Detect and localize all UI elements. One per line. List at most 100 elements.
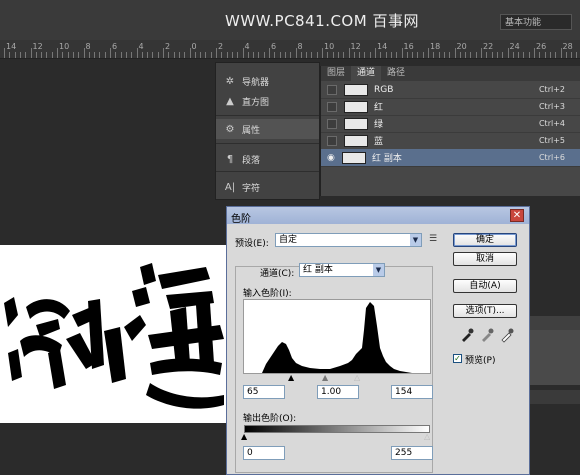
ruler-label: 26 xyxy=(536,42,547,51)
ruler-tick xyxy=(380,52,382,58)
dock-item-histogram[interactable]: ▲ 直方图 xyxy=(216,91,319,111)
channel-name: 绿 xyxy=(374,120,384,130)
cancel-button[interactable]: 取消 xyxy=(453,252,517,266)
white-point-slider[interactable]: △ xyxy=(354,373,360,382)
output-white-slider[interactable]: △ xyxy=(424,432,430,441)
ruler-label: 10 xyxy=(324,42,335,51)
white-eyedropper-icon[interactable] xyxy=(499,327,515,343)
black-eyedropper-icon[interactable] xyxy=(459,327,475,343)
channel-row-red[interactable]: 红 Ctrl+3 xyxy=(321,98,580,116)
ruler-tick xyxy=(226,52,228,58)
ruler-label: 18 xyxy=(430,42,441,51)
visibility-toggle[interactable] xyxy=(327,101,337,112)
ruler-tick xyxy=(136,48,138,58)
histogram xyxy=(243,299,431,374)
dialog-title: 色阶 xyxy=(231,214,251,225)
ruler-tick xyxy=(173,52,175,58)
workspace-select[interactable]: 基本功能 xyxy=(500,14,572,30)
ruler-tick xyxy=(210,52,212,58)
channel-row-blue[interactable]: 蓝 Ctrl+5 xyxy=(321,132,580,150)
dock-item-paragraph[interactable]: ¶ 段落 xyxy=(216,149,319,169)
ruler-tick xyxy=(88,52,90,58)
ruler-label: 6 xyxy=(112,42,118,51)
dock-item-properties[interactable]: ⚙ 属性 xyxy=(216,119,319,139)
dock-item-navigator[interactable]: ✲ 导航器 xyxy=(216,71,319,91)
channel-name: RGB xyxy=(374,84,394,95)
preset-label: 预设(E): xyxy=(235,239,269,249)
eye-icon[interactable]: ◉ xyxy=(327,153,335,162)
ruler-tick xyxy=(99,52,101,58)
ruler-tick xyxy=(534,48,535,58)
ruler-label: 20 xyxy=(456,42,467,51)
channel-select[interactable]: 红 副本 ▼ xyxy=(299,263,385,277)
document-canvas[interactable] xyxy=(0,245,226,423)
ruler-tick xyxy=(194,52,196,58)
options-button[interactable]: 选项(T)... xyxy=(453,304,517,318)
watermark: WWW.PC841.COM 百事网 xyxy=(225,12,419,30)
preset-select[interactable]: 自定 ▼ xyxy=(275,233,422,247)
tab-layers[interactable]: 图层 xyxy=(321,66,351,81)
tab-channels[interactable]: 通道 xyxy=(351,66,382,81)
visibility-toggle[interactable] xyxy=(327,118,337,129)
ok-button[interactable]: 确定 xyxy=(453,233,517,247)
ruler-tick xyxy=(19,52,21,58)
dock-separator xyxy=(216,171,319,172)
dock-item-character[interactable]: A| 字符 xyxy=(216,177,319,197)
channel-row-green[interactable]: 绿 Ctrl+4 xyxy=(321,115,580,133)
channel-shortcut: Ctrl+6 xyxy=(538,153,565,162)
black-point-slider[interactable]: ▲ xyxy=(288,373,294,382)
ruler-label: 12 xyxy=(350,42,361,51)
ruler-label: 2 xyxy=(218,42,224,51)
ruler-tick xyxy=(258,52,260,58)
output-white-field[interactable]: 255 xyxy=(391,446,433,460)
close-button[interactable]: ✕ xyxy=(510,209,524,222)
ruler-tick xyxy=(131,52,133,58)
ruler-tick xyxy=(184,52,186,58)
ruler-label: 4 xyxy=(244,42,250,51)
ruler-tick xyxy=(512,52,514,58)
auto-button[interactable]: 自动(A) xyxy=(453,279,517,293)
gray-eyedropper-icon[interactable] xyxy=(479,327,495,343)
ruler-tick xyxy=(507,48,509,58)
gamma-slider[interactable]: ▲ xyxy=(322,373,328,382)
ruler-tick xyxy=(163,48,164,58)
visibility-toggle[interactable] xyxy=(327,135,337,146)
ruler-tick xyxy=(549,52,551,58)
ruler-tick xyxy=(4,48,5,58)
output-black-slider[interactable]: ▲ xyxy=(241,432,247,441)
dock-separator xyxy=(216,115,319,116)
ruler-tick xyxy=(78,52,80,58)
preset-value: 自定 xyxy=(279,235,298,245)
ruler-tick xyxy=(242,48,244,58)
dock-separator xyxy=(216,143,319,144)
ruler-tick xyxy=(486,52,488,58)
ruler-tick xyxy=(433,52,435,58)
ruler-tick xyxy=(221,52,223,58)
channel-row-rgb[interactable]: RGB Ctrl+2 xyxy=(321,81,580,99)
visibility-toggle[interactable] xyxy=(327,84,337,95)
ruler-tick xyxy=(279,52,281,58)
dock-item-label: 字符 xyxy=(242,183,261,194)
ruler-tick xyxy=(30,48,32,58)
tab-paths[interactable]: 路径 xyxy=(381,66,411,81)
channel-name: 蓝 xyxy=(374,137,384,147)
dock-item-label: 段落 xyxy=(242,155,261,166)
histogram-icon: ▲ xyxy=(226,95,234,107)
dialog-titlebar[interactable] xyxy=(227,207,529,224)
ruler-tick xyxy=(300,52,302,58)
input-gamma-field[interactable]: 1.00 xyxy=(317,385,359,399)
input-black-field[interactable]: 65 xyxy=(243,385,285,399)
input-white-field[interactable]: 154 xyxy=(391,385,433,399)
preset-options-icon[interactable]: ☰ xyxy=(429,234,437,244)
ruler-label: 16 xyxy=(403,42,414,51)
ruler-tick xyxy=(189,48,191,58)
output-black-field[interactable]: 0 xyxy=(243,446,285,460)
ruler-tick xyxy=(25,52,27,58)
ruler-tick xyxy=(518,52,520,58)
preview-checkbox[interactable]: ✓ xyxy=(453,354,462,363)
ruler-label: 8 xyxy=(297,42,303,51)
ruler-tick xyxy=(57,48,58,58)
ruler-tick xyxy=(539,52,541,58)
channel-row-red-copy[interactable]: ◉ 红 副本 Ctrl+6 xyxy=(321,149,580,167)
dock-item-label: 属性 xyxy=(242,125,261,136)
